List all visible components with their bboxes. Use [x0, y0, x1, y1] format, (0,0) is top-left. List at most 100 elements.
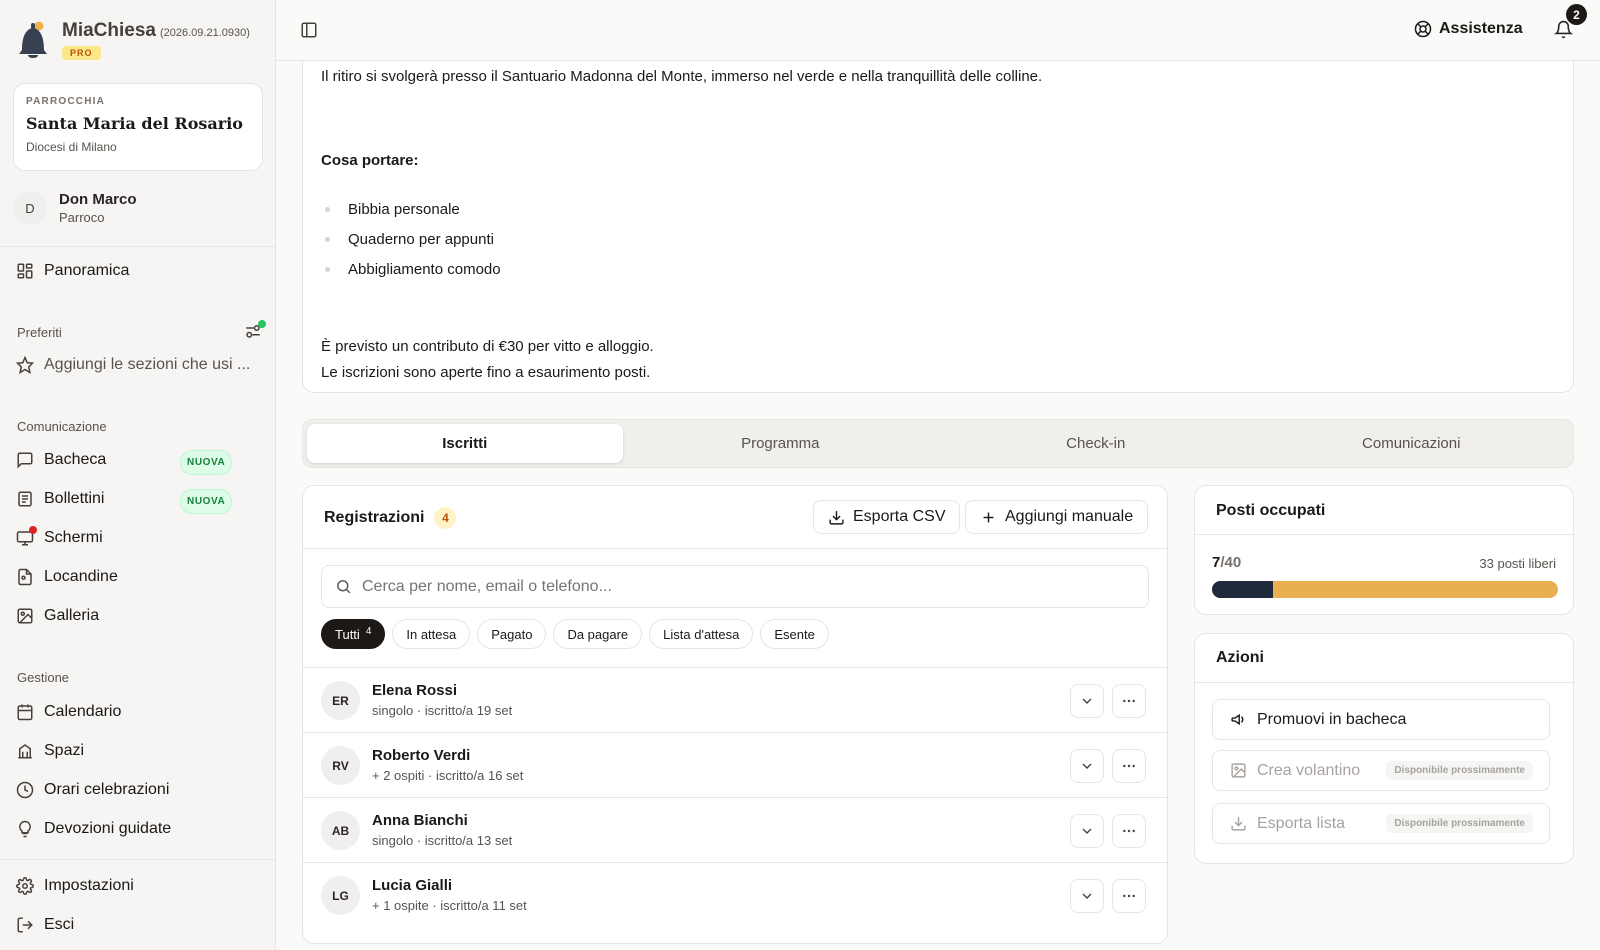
tab-iscritti[interactable]: Iscritti [307, 424, 623, 463]
message-square-icon [16, 451, 34, 469]
signup-line: Le iscrizioni sono aperte fino a esaurim… [321, 364, 651, 381]
sidebar-item-devozioni[interactable]: Devozioni guidate [16, 817, 171, 841]
expand-button[interactable] [1070, 684, 1104, 718]
expand-button[interactable] [1070, 749, 1104, 783]
favorites-add-item[interactable]: Aggiungi le sezioni che usi ... [16, 353, 250, 377]
add-manual-button[interactable]: Aggiungi manuale [965, 500, 1149, 534]
chevron-down-icon [1082, 828, 1092, 834]
tab-check-in[interactable]: Check-in [938, 424, 1254, 463]
seats-free-label: 33 posti liberi [1479, 556, 1556, 571]
sidebar-item-label: Bacheca [44, 451, 107, 468]
more-button[interactable] [1112, 749, 1146, 783]
bring-list: Bibbia personale Quaderno per appunti Ab… [325, 194, 501, 284]
chevron-down-icon [1082, 763, 1092, 769]
expand-button[interactable] [1070, 814, 1104, 848]
coming-soon-badge: Disponibile prossimamente [1386, 761, 1533, 780]
management-section-title: Gestione [17, 670, 70, 685]
building-icon [16, 742, 34, 760]
filter-chip-da-pagare[interactable]: Da pagare [553, 619, 643, 649]
tab-programma[interactable]: Programma [623, 424, 939, 463]
sidebar-item-label: Calendario [44, 703, 122, 720]
registrations-header: Registrazioni 4 [324, 507, 457, 529]
pro-badge: PRO [62, 46, 101, 60]
sidebar-toggle-icon[interactable] [300, 21, 318, 39]
logout-icon [16, 916, 34, 934]
parish-kicker: PARROCCHIA [26, 96, 106, 107]
gear-icon [16, 877, 34, 895]
search-input[interactable] [362, 577, 1135, 596]
seats-divider [1195, 534, 1575, 535]
more-horizontal-icon [1123, 894, 1135, 898]
image-icon [1230, 762, 1247, 779]
filter-chip-tutti[interactable]: Tutti 4 [321, 619, 386, 649]
clock-icon [16, 781, 34, 799]
more-button[interactable] [1112, 879, 1146, 913]
notification-count-badge: 2 [1566, 4, 1587, 25]
favorites-section-title: Preferiti [17, 325, 62, 340]
favorites-settings-icon[interactable] [244, 320, 266, 340]
sidebar-item-schermi[interactable]: Schermi [16, 526, 103, 550]
sidebar-item-impostazioni[interactable]: Impostazioni [16, 874, 134, 898]
list-item: Bibbia personale [325, 194, 501, 224]
bring-title: Cosa portare: [321, 152, 419, 169]
sidebar-item-esci[interactable]: Esci [16, 913, 74, 937]
images-icon [16, 607, 34, 625]
filter-chips: Tutti 4 In attesa Pagato Da pagare Lista … [321, 619, 829, 649]
file-image-icon [16, 568, 34, 586]
search-box [321, 565, 1149, 608]
sidebar-item-locandine[interactable]: Locandine [16, 565, 118, 589]
table-row[interactable]: RV Roberto Verdi + 2 ospiti · iscritto/a… [303, 732, 1167, 797]
plus-icon [980, 509, 997, 526]
sidebar-item-orari[interactable]: Orari celebrazioni [16, 778, 169, 802]
notifications-button[interactable]: 2 [1554, 4, 1587, 39]
sidebar-item-bacheca[interactable]: Bacheca [16, 448, 106, 472]
brand-name: MiaChiesa [62, 20, 156, 41]
sidebar-item-label: Devozioni guidate [44, 820, 172, 837]
new-badge: NUOVA [180, 489, 233, 514]
sidebar-item-spazi[interactable]: Spazi [16, 739, 84, 763]
filter-chip-lista-attesa[interactable]: Lista d'attesa [649, 619, 754, 649]
brand[interactable]: MiaChiesa (2026.09.21.0930) PRO [16, 20, 250, 62]
event-description-card: Il ritiro si svolgerà presso il Santuari… [302, 61, 1574, 393]
event-tabs: Iscritti Programma Check-in Comunicazion… [302, 419, 1574, 468]
actions-title: Azioni [1216, 649, 1264, 666]
filter-chip-in-attesa[interactable]: In attesa [392, 619, 471, 649]
star-icon [16, 356, 34, 374]
registrations-count-badge: 4 [434, 507, 457, 529]
sidebar-item-calendario[interactable]: Calendario [16, 700, 121, 724]
sidebar: MiaChiesa (2026.09.21.0930) PRO PARROCCHI… [0, 0, 276, 950]
registrations-card: Registrazioni 4 Esporta CSV Aggiungi man… [302, 485, 1168, 944]
sidebar-divider [0, 859, 276, 860]
filter-count: 4 [365, 625, 372, 637]
sidebar-item-bollettini[interactable]: Bollettini [16, 487, 104, 511]
export-list-button: Esporta lista Disponibile prossimamente [1212, 803, 1550, 844]
avatar: AB [321, 811, 360, 850]
registrations-title: Registrazioni [324, 509, 425, 526]
more-horizontal-icon [1123, 829, 1135, 833]
user-profile[interactable]: D Don Marco Parroco [13, 191, 137, 225]
more-button[interactable] [1112, 814, 1146, 848]
avatar: LG [321, 876, 360, 915]
registrant-name: Lucia Gialli [372, 877, 453, 894]
user-name: Don Marco [59, 191, 137, 208]
filter-chip-pagato[interactable]: Pagato [477, 619, 547, 649]
create-flyer-button: Crea volantino Disponibile prossimamente [1212, 750, 1550, 791]
export-csv-button[interactable]: Esporta CSV [813, 500, 961, 534]
sidebar-item-panoramica[interactable]: Panoramica [16, 259, 129, 283]
sidebar-item-galleria[interactable]: Galleria [16, 604, 99, 628]
expand-button[interactable] [1070, 879, 1104, 913]
filter-chip-esente[interactable]: Esente [760, 619, 829, 649]
sidebar-divider [0, 246, 276, 247]
table-row[interactable]: LG Lucia Gialli + 1 ospite · iscritto/a … [303, 862, 1167, 927]
table-row[interactable]: ER Elena Rossi singolo · iscritto/a 19 s… [303, 667, 1167, 732]
newspaper-icon [16, 490, 34, 508]
registrant-meta: + 2 ospiti · iscritto/a 16 set [372, 768, 524, 783]
tab-comunicazioni[interactable]: Comunicazioni [1254, 424, 1570, 463]
promote-button[interactable]: Promuovi in bacheca [1212, 699, 1550, 740]
favorites-add-label: Aggiungi le sezioni che usi ... [44, 356, 251, 373]
brand-version: (2026.09.21.0930) [159, 27, 250, 39]
help-button[interactable]: Assistenza [1414, 20, 1523, 38]
parish-card[interactable]: PARROCCHIA Santa Maria del Rosario Dioce… [13, 83, 263, 171]
more-button[interactable] [1112, 684, 1146, 718]
table-row[interactable]: AB Anna Bianchi singolo · iscritto/a 13 … [303, 797, 1167, 862]
